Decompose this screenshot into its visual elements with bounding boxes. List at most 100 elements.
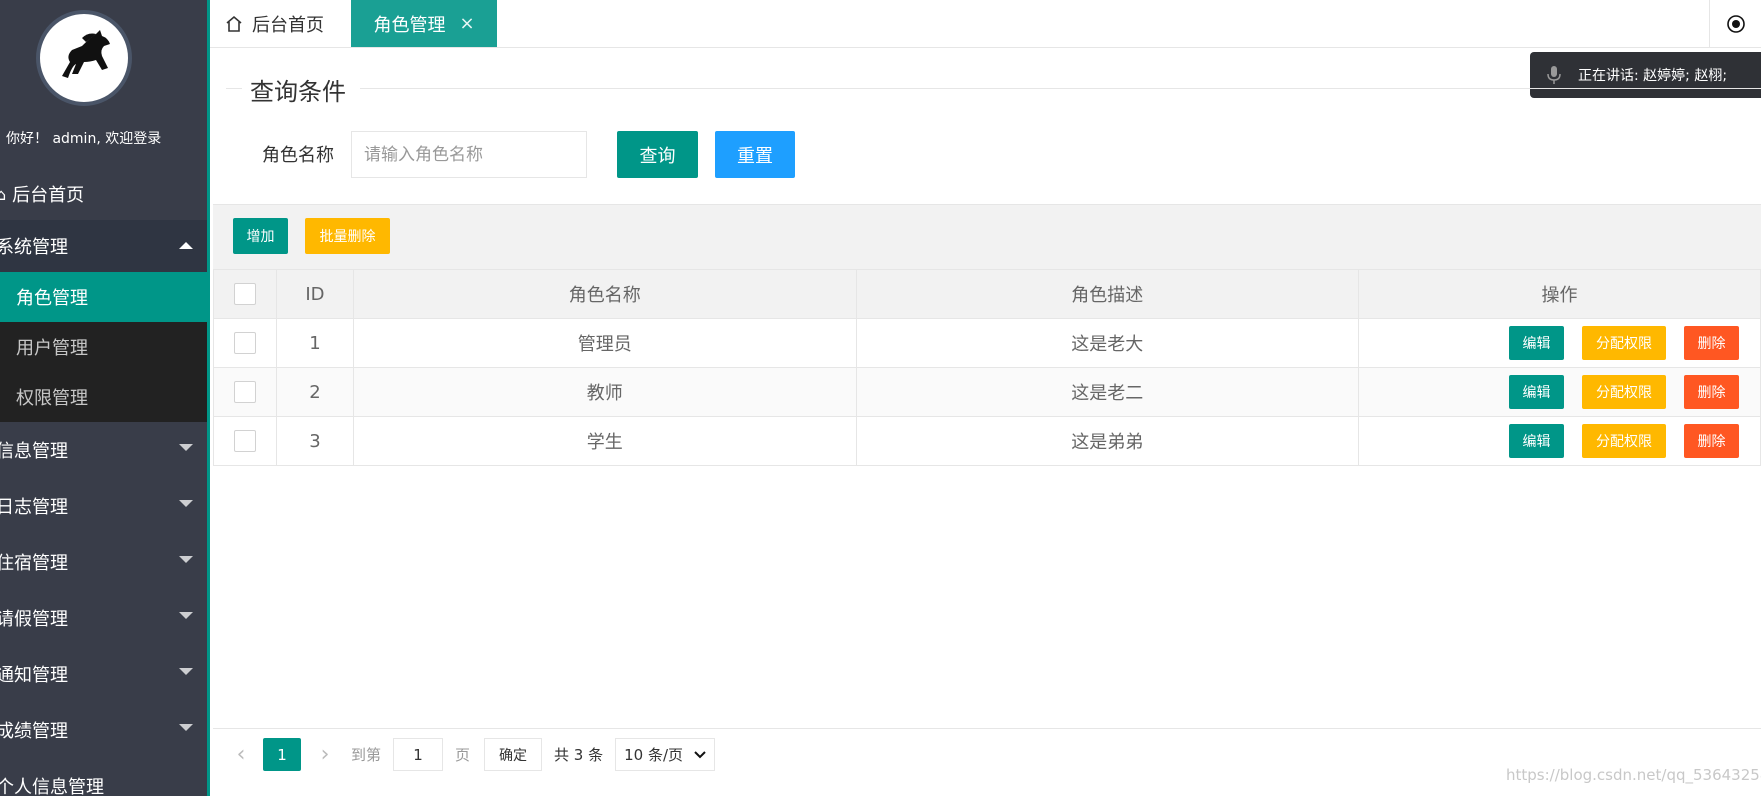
row-checkbox[interactable]	[233, 332, 256, 354]
table-toolbar: 增加 批量删除	[213, 204, 1761, 269]
cell-role-name: 教师	[352, 367, 857, 417]
sidebar-item-home[interactable]: ⌂ 后台首页	[0, 168, 207, 220]
delete-button[interactable]: 删除	[1684, 375, 1739, 409]
sidebar-subitem-permission[interactable]: 权限管理	[0, 372, 207, 422]
cell-role-desc: 这是老二	[855, 367, 1360, 417]
edit-button[interactable]: 编辑	[1509, 375, 1564, 409]
cell-id: 1	[275, 318, 354, 368]
sidebar-item-label: 日志管理	[0, 497, 68, 518]
cell-role-name: 管理员	[352, 318, 857, 368]
select-all-cell	[213, 269, 277, 319]
speaking-text: 正在讲话: 赵婷婷; 赵栩;	[1578, 68, 1728, 84]
sidebar-item-label: 系统管理	[0, 237, 68, 258]
row-checkbox[interactable]	[233, 430, 256, 452]
home-icon: ⌂	[0, 185, 6, 204]
close-icon[interactable]: ×	[459, 13, 474, 34]
delete-button[interactable]: 删除	[1684, 326, 1739, 360]
role-name-input[interactable]	[351, 131, 587, 178]
query-legend: 查询条件	[242, 72, 360, 107]
table-row: 3 学生 这是弟弟 编辑 分配权限 删除	[213, 416, 1761, 466]
sidebar-subitem-role[interactable]: 角色管理	[0, 272, 207, 322]
watermark-text: https://blog.csdn.net/qq_53643258	[1506, 766, 1761, 784]
sidebar-item-profile[interactable]: 个人信息管理	[0, 758, 207, 796]
goto-confirm-button[interactable]: 确定	[484, 738, 543, 771]
cell-role-desc: 这是老大	[855, 318, 1360, 368]
page-unit-label: 页	[455, 746, 471, 764]
assign-permission-button[interactable]: 分配权限	[1582, 326, 1666, 360]
speaking-indicator: 正在讲话: 赵婷婷; 赵栩;	[1530, 52, 1761, 98]
table-row: 1 管理员 这是老大 编辑 分配权限 删除	[213, 318, 1761, 368]
horse-logo-icon	[42, 16, 126, 100]
tab-label: 后台首页	[252, 14, 324, 36]
caret-up-icon	[179, 242, 193, 249]
home-icon	[226, 15, 242, 32]
sidebar-item-leave[interactable]: 请假管理	[0, 590, 207, 646]
sidebar-item-label: 成绩管理	[0, 721, 68, 742]
sidebar-subitem-user[interactable]: 用户管理	[0, 322, 207, 372]
caret-down-icon	[179, 444, 193, 451]
tab-role-management[interactable]: 角色管理 ×	[351, 0, 497, 47]
search-button[interactable]: 查询	[617, 131, 698, 178]
sidebar-item-log[interactable]: 日志管理	[0, 478, 207, 534]
page-number-current[interactable]: 1	[263, 738, 301, 771]
table-row: 2 教师 这是老二 编辑 分配权限 删除	[213, 367, 1761, 417]
reset-button[interactable]: 重置	[715, 131, 795, 178]
sidebar-item-label: 后台首页	[12, 185, 85, 206]
cell-role-desc: 这是弟弟	[855, 416, 1360, 466]
cell-actions: 编辑 分配权限 删除	[1358, 367, 1761, 417]
select-all-checkbox[interactable]	[233, 283, 256, 305]
add-button[interactable]: 增加	[233, 218, 288, 254]
sidebar-nav: ⌂ 后台首页 系统管理 角色管理 用户管理 权限管理 信息管理 日志管理 住宿管…	[0, 168, 207, 796]
tab-label: 角色管理	[373, 14, 446, 36]
row-checkbox[interactable]	[233, 381, 256, 403]
assign-permission-button[interactable]: 分配权限	[1582, 375, 1666, 409]
cell-role-name: 学生	[352, 416, 857, 466]
sidebar-item-info[interactable]: 信息管理	[0, 422, 207, 478]
avatar	[36, 10, 132, 106]
sidebar-item-grade[interactable]: 成绩管理	[0, 702, 207, 758]
row-select-cell	[213, 318, 277, 368]
row-select-cell	[213, 416, 277, 466]
sidebar-item-label: 信息管理	[0, 441, 68, 462]
edit-button[interactable]: 编辑	[1509, 326, 1564, 360]
total-count: 共 3 条	[554, 746, 604, 764]
query-fieldset-line	[226, 88, 1761, 89]
caret-down-icon	[179, 612, 193, 619]
sidebar-item-label: 住宿管理	[0, 553, 68, 574]
chevron-down-icon	[694, 750, 706, 758]
assign-permission-button[interactable]: 分配权限	[1582, 424, 1666, 458]
sidebar: 你好！ admin, 欢迎登录 ⌂ 后台首页 系统管理 角色管理 用户管理 权限…	[0, 0, 210, 796]
column-header-role-desc[interactable]: 角色描述	[855, 269, 1360, 319]
row-select-cell	[213, 367, 277, 417]
edit-button[interactable]: 编辑	[1509, 424, 1564, 458]
tab-menu-button[interactable]	[1709, 0, 1761, 47]
column-header-role-name[interactable]: 角色名称	[352, 269, 857, 319]
table-header-row: ID 角色名称 角色描述 操作	[213, 269, 1761, 319]
column-header-id[interactable]: ID	[275, 269, 354, 319]
sidebar-submenu: 角色管理 用户管理 权限管理	[0, 272, 207, 422]
cell-actions: 编辑 分配权限 删除	[1358, 318, 1761, 368]
tab-home[interactable]: 后台首页	[224, 0, 324, 47]
cell-id: 2	[275, 367, 354, 417]
caret-down-icon	[179, 556, 193, 563]
sidebar-item-system[interactable]: 系统管理	[0, 220, 207, 272]
prev-page-icon[interactable]: ‹	[231, 742, 251, 767]
next-page-icon[interactable]: ›	[315, 742, 335, 767]
table-panel: 增加 批量删除 ID 角色名称 角色描述 操作 1 管理员 这是老大 编辑 分配…	[213, 204, 1761, 796]
role-name-label: 角色名称	[262, 145, 334, 166]
delete-button[interactable]: 删除	[1684, 424, 1739, 458]
caret-down-icon	[179, 668, 193, 675]
page-size-select[interactable]: 10 条/页	[615, 738, 716, 771]
batch-delete-button[interactable]: 批量删除	[305, 218, 390, 254]
sidebar-item-notice[interactable]: 通知管理	[0, 646, 207, 702]
sidebar-item-label: 请假管理	[0, 609, 68, 630]
cell-actions: 编辑 分配权限 删除	[1358, 416, 1761, 466]
column-header-actions: 操作	[1358, 269, 1761, 319]
sidebar-item-dorm[interactable]: 住宿管理	[0, 534, 207, 590]
page-size-value: 10 条/页	[624, 746, 684, 764]
cell-id: 3	[275, 416, 354, 466]
goto-page-input[interactable]: 1	[393, 738, 444, 771]
role-table: ID 角色名称 角色描述 操作 1 管理员 这是老大 编辑 分配权限 删除 2 …	[213, 269, 1761, 466]
microphone-icon	[1530, 65, 1578, 85]
sidebar-item-label: 通知管理	[0, 665, 68, 686]
